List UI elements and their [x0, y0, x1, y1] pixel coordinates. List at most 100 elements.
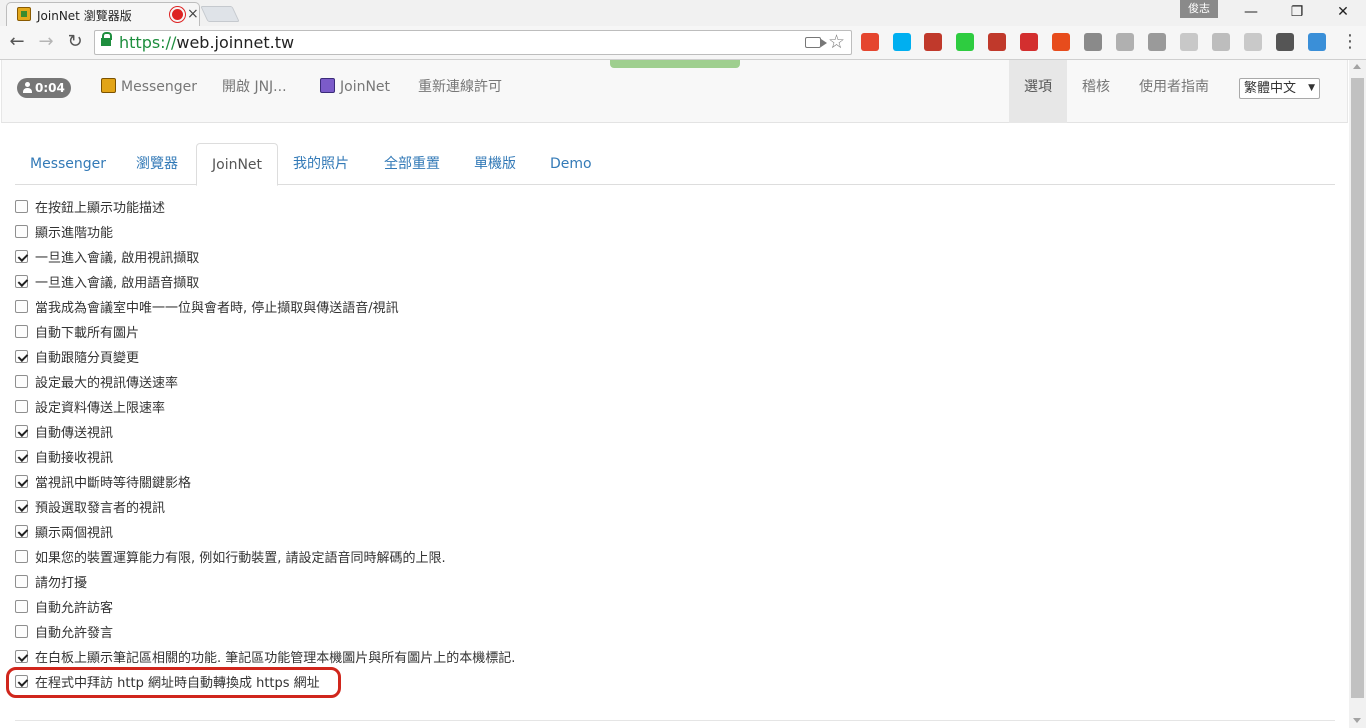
tab-messenger[interactable]: Messenger [15, 143, 121, 185]
option-label[interactable]: 一旦進入會議, 啟用視訊擷取 [35, 247, 199, 266]
option-label[interactable]: 顯示兩個視訊 [35, 522, 113, 541]
top-navbar: 0:04 Messenger 開啟 JNJ... JoinNet 重新連線許可 … [1, 60, 1348, 123]
checkbox-unchecked[interactable] [15, 325, 28, 338]
restore-button[interactable]: ❐ [1274, 0, 1320, 26]
nav-audit[interactable]: 稽核 [1082, 78, 1110, 96]
tab-close-icon[interactable]: × [187, 5, 199, 23]
dropdown-arrow-icon: ▼ [1308, 83, 1315, 93]
settings-tabs: Messenger 瀏覽器 JoinNet 我的照片 全部重置 單機版 Demo [15, 143, 1335, 186]
browser-tab[interactable]: JoinNet 瀏覽器版 × [6, 2, 200, 26]
tab-reset-all[interactable]: 全部重置 [369, 143, 455, 185]
checkbox-checked[interactable] [15, 525, 28, 538]
tab-standalone[interactable]: 單機版 [459, 143, 531, 185]
scroll-down-arrow-icon[interactable] [1353, 718, 1361, 723]
option-label[interactable]: 當視訊中斷時等待關鍵影格 [35, 472, 191, 491]
messenger-icon [101, 78, 116, 93]
checkbox-checked[interactable] [15, 475, 28, 488]
tampermonkey-icon[interactable] [1276, 33, 1294, 51]
m-extension-icon[interactable] [1116, 33, 1134, 51]
minimize-button[interactable]: — [1228, 0, 1274, 26]
option-label[interactable]: 自動允許訪客 [35, 597, 113, 616]
checkbox-unchecked[interactable] [15, 375, 28, 388]
option-label[interactable]: 自動接收視訊 [35, 447, 113, 466]
option-label[interactable]: 設定最大的視訊傳送速率 [35, 372, 178, 391]
option-label[interactable]: 自動傳送視訊 [35, 422, 113, 441]
checkbox-checked[interactable] [15, 500, 28, 513]
checkbox-unchecked[interactable] [15, 550, 28, 563]
drive-icon[interactable] [1212, 33, 1230, 51]
url-text[interactable]: https://web.joinnet.tw [119, 33, 294, 52]
new-tab-button[interactable] [200, 6, 240, 22]
green-leaf-icon[interactable] [956, 33, 974, 51]
scroll-up-arrow-icon[interactable] [1353, 64, 1361, 69]
address-bar[interactable]: https://web.joinnet.tw ☆ [94, 30, 852, 55]
option-label[interactable]: 自動跟隨分頁變更 [35, 347, 139, 366]
cloud-icon[interactable] [1308, 33, 1326, 51]
option-label[interactable]: 請勿打擾 [35, 572, 87, 591]
skype-icon[interactable] [893, 33, 911, 51]
camera-blocked-icon[interactable] [805, 37, 827, 48]
language-select[interactable]: 繁體中文 ▼ [1239, 78, 1320, 99]
bookmark-star-icon[interactable]: ☆ [828, 31, 845, 53]
checkbox-unchecked[interactable] [15, 575, 28, 588]
option-label[interactable]: 當我成為會議室中唯一一位與會者時, 停止擷取與傳送語音/視訊 [35, 297, 399, 316]
option-label[interactable]: 如果您的裝置運算能力有限, 例如行動裝置, 請設定語音同時解碼的上限. [35, 547, 446, 566]
nav-reconnect-permission[interactable]: 重新連線許可 [418, 78, 502, 96]
forward-arrow-icon[interactable]: → [34, 31, 58, 55]
back-arrow-icon[interactable]: ← [5, 31, 29, 55]
checkbox-checked[interactable] [15, 425, 28, 438]
checkbox-unchecked[interactable] [15, 625, 28, 638]
checkbox-checked[interactable] [15, 450, 28, 463]
office-icon[interactable] [1052, 33, 1070, 51]
checkbox-unchecked[interactable] [15, 600, 28, 613]
option-label[interactable]: 顯示進階功能 [35, 222, 113, 241]
recording-indicator-icon [172, 9, 183, 20]
joinnet-icon [320, 78, 335, 93]
gray-box-icon[interactable] [1084, 33, 1102, 51]
profile-user-badge[interactable]: 俊志 [1180, 0, 1218, 18]
reload-icon[interactable]: ↻ [63, 31, 87, 55]
exif-icon[interactable] [1244, 33, 1262, 51]
option-label[interactable]: 自動下載所有圖片 [35, 322, 139, 341]
nav-messenger[interactable]: Messenger [101, 78, 197, 96]
checkbox-checked[interactable] [15, 350, 28, 363]
option-label[interactable]: 在按鈕上顯示功能描述 [35, 197, 165, 216]
checkbox-unchecked[interactable] [15, 200, 28, 213]
page-content: 0:04 Messenger 開啟 JNJ... JoinNet 重新連線許可 … [0, 60, 1349, 728]
avira-icon[interactable] [1020, 33, 1038, 51]
timer-badge[interactable]: 0:04 [17, 78, 71, 98]
highlight-annotation-ring [6, 667, 341, 698]
green-notification-tab[interactable] [610, 60, 740, 68]
nav-open-jnj[interactable]: 開啟 JNJ... [222, 78, 287, 96]
s-extension-icon[interactable] [1148, 33, 1166, 51]
browser-titlebar: JoinNet 瀏覽器版 × 俊志 — ❐ ✕ [0, 0, 1366, 26]
scrollbar-thumb[interactable] [1351, 78, 1364, 698]
option-label[interactable]: 設定資料傳送上限速率 [35, 397, 165, 416]
nav-user-guide[interactable]: 使用者指南 [1139, 78, 1209, 96]
option-label[interactable]: 自動允許發言 [35, 622, 113, 641]
multicolor-extension-icon[interactable] [861, 33, 879, 51]
checkbox-checked[interactable] [15, 650, 28, 663]
nav-joinnet[interactable]: JoinNet [320, 78, 390, 96]
browser-menu-icon[interactable]: ⋮ [1340, 31, 1360, 52]
page-scrollbar[interactable] [1349, 60, 1366, 728]
option-label[interactable]: 在白板上顯示筆記區相關的功能. 筆記區功能管理本機圖片與所有圖片上的本機標記. [35, 647, 515, 666]
checkbox-unchecked[interactable] [15, 225, 28, 238]
close-window-button[interactable]: ✕ [1320, 0, 1366, 26]
divider [15, 720, 1335, 721]
tab-browser[interactable]: 瀏覽器 [121, 143, 193, 185]
checkbox-unchecked[interactable] [15, 300, 28, 313]
gray-doc-icon[interactable] [1180, 33, 1198, 51]
red-book-icon[interactable] [924, 33, 942, 51]
option-label[interactable]: 一旦進入會議, 啟用語音擷取 [35, 272, 199, 291]
lite-extension-icon[interactable] [988, 33, 1006, 51]
tab-joinnet[interactable]: JoinNet [196, 143, 279, 186]
option-label[interactable]: 預設選取發言者的視訊 [35, 497, 165, 516]
checkbox-unchecked[interactable] [15, 400, 28, 413]
nav-options[interactable]: 選項 [1024, 78, 1052, 96]
tab-demo[interactable]: Demo [535, 143, 607, 185]
checkbox-checked[interactable] [15, 275, 28, 288]
lock-icon[interactable] [101, 32, 112, 47]
checkbox-checked[interactable] [15, 250, 28, 263]
tab-my-photos[interactable]: 我的照片 [278, 143, 364, 185]
